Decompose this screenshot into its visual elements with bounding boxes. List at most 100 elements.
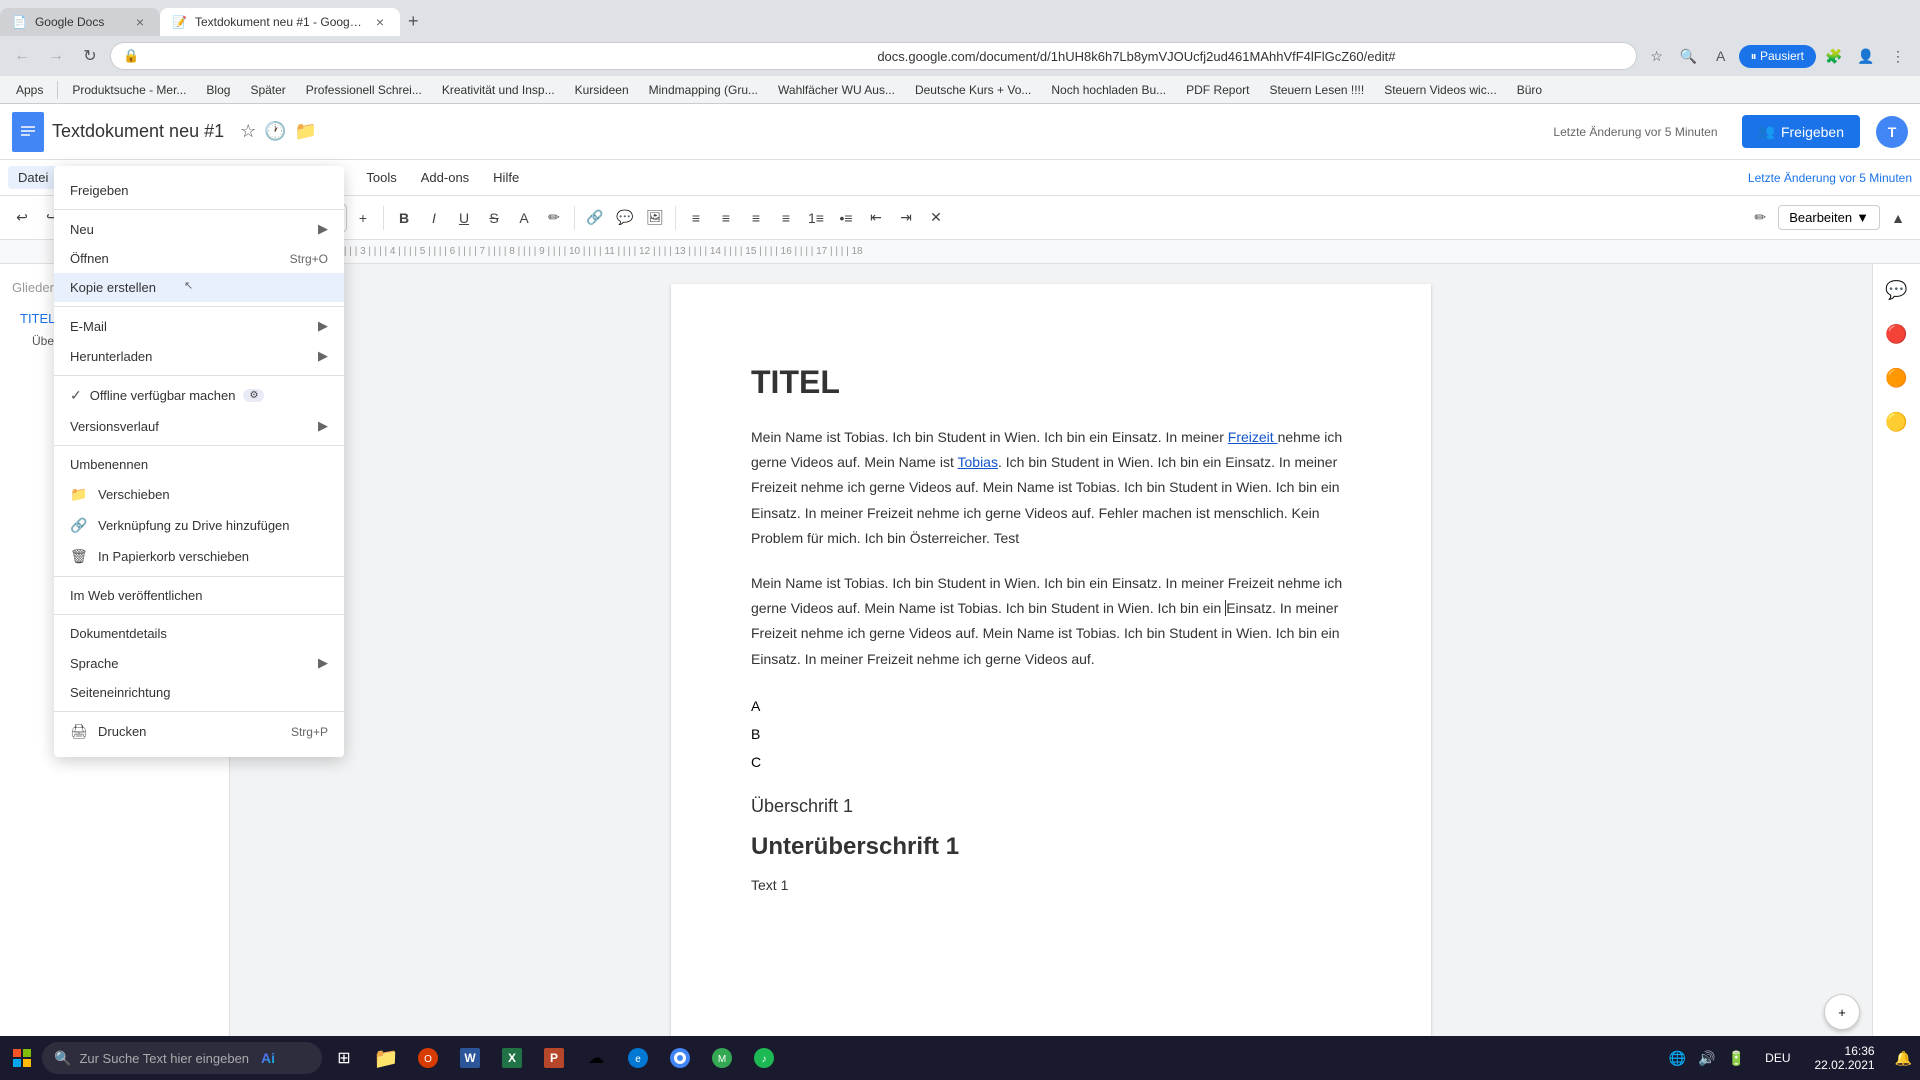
bookmark-star[interactable]: ☆ xyxy=(1643,42,1671,70)
indent-decrease-button[interactable]: ⇤ xyxy=(862,204,890,232)
strikethrough-button[interactable]: S xyxy=(480,204,508,232)
zoom-icon[interactable]: 🔍 xyxy=(1675,42,1703,70)
bookmark-kursideen[interactable]: Kursideen xyxy=(567,81,637,99)
translate-icon[interactable]: A xyxy=(1707,42,1735,70)
menu-item-versionsverlauf[interactable]: Versionsverlauf ▶ xyxy=(54,411,344,441)
bold-button[interactable]: B xyxy=(390,204,418,232)
menu-item-neu[interactable]: Neu ▶ xyxy=(54,214,344,244)
editing-mode-button[interactable]: Bearbeiten ▼ xyxy=(1778,205,1880,230)
tab-close-2[interactable]: × xyxy=(372,14,388,30)
bookmark-blog[interactable]: Blog xyxy=(198,81,238,99)
menu-addons[interactable]: Add-ons xyxy=(411,166,479,189)
taskbar-excel[interactable]: X xyxy=(492,1038,532,1078)
bookmark-hochladen[interactable]: Noch hochladen Bu... xyxy=(1043,81,1174,99)
taskbar-office[interactable]: O xyxy=(408,1038,448,1078)
menu-item-herunterladen[interactable]: Herunterladen ▶ xyxy=(54,341,344,371)
taskbar-onedrive[interactable]: ☁ xyxy=(576,1038,616,1078)
menu-item-kopie[interactable]: Kopie erstellen ↖ xyxy=(54,273,344,302)
bookmark-pdf[interactable]: PDF Report xyxy=(1178,81,1257,99)
font-size-increase[interactable]: + xyxy=(349,204,377,232)
freizeit-link[interactable]: Freizeit xyxy=(1228,429,1278,445)
windows-start-button[interactable] xyxy=(4,1040,40,1076)
italic-button[interactable]: I xyxy=(420,204,448,232)
menu-datei[interactable]: Datei xyxy=(8,166,58,189)
network-icon[interactable]: 🌐 xyxy=(1665,1046,1690,1071)
highlight-button[interactable]: ✏ xyxy=(540,204,568,232)
indent-increase-button[interactable]: ⇥ xyxy=(892,204,920,232)
bookmark-professionell[interactable]: Professionell Schrei... xyxy=(298,81,430,99)
reload-button[interactable]: ↻ xyxy=(76,42,104,70)
taskbar-ppt[interactable]: P xyxy=(534,1038,574,1078)
chat-panel-button[interactable]: 🔴 xyxy=(1879,316,1915,352)
tab-textdokument[interactable]: 📝 Textdokument neu #1 - Google ... × xyxy=(160,8,400,36)
bookmark-buero[interactable]: Büro xyxy=(1509,81,1550,99)
list-bullet-button[interactable]: •≡ xyxy=(832,204,860,232)
menu-item-freigeben[interactable]: Freigeben xyxy=(54,176,344,205)
back-button[interactable]: ← xyxy=(8,42,36,70)
bookmark-produktsuche[interactable]: Produktsuche - Mer... xyxy=(64,81,194,99)
bookmark-steuern-videos[interactable]: Steuern Videos wic... xyxy=(1376,81,1505,99)
align-left-button[interactable]: ≡ xyxy=(682,204,710,232)
menu-hilfe[interactable]: Hilfe xyxy=(483,166,529,189)
menu-item-verschieben[interactable]: 📁 Verschieben xyxy=(54,479,344,510)
menu-item-drucken[interactable]: 🖨 Drucken Strg+P xyxy=(54,716,344,747)
tab-google-docs[interactable]: 📄 Google Docs × xyxy=(0,8,160,36)
bookmark-kreativitaet[interactable]: Kreativität und Insp... xyxy=(434,81,563,99)
menu-item-papierkorb[interactable]: 🗑 In Papierkorb verschieben xyxy=(54,541,344,572)
last-change-link[interactable]: Letzte Änderung vor 5 Minuten xyxy=(1748,171,1912,185)
bookmark-mindmapping[interactable]: Mindmapping (Gru... xyxy=(641,81,766,99)
image-button[interactable]: 🖼 xyxy=(641,204,669,232)
text-color-button[interactable]: A xyxy=(510,204,538,232)
align-right-button[interactable]: ≡ xyxy=(742,204,770,232)
bookmark-steuern-lesen[interactable]: Steuern Lesen !!!! xyxy=(1261,81,1372,99)
bookmark-apps[interactable]: Apps xyxy=(8,81,51,99)
taskbar-clock[interactable]: 16:36 22.02.2021 xyxy=(1807,1042,1883,1074)
star-button[interactable]: ☆ xyxy=(240,121,256,142)
menu-item-verknuepfung[interactable]: 🔗 Verknüpfung zu Drive hinzufügen xyxy=(54,510,344,541)
tobias-link[interactable]: Tobias xyxy=(958,454,998,470)
bookmark-wahlfaecher[interactable]: Wahlfächer WU Aus... xyxy=(770,81,903,99)
taskbar-word[interactable]: W xyxy=(450,1038,490,1078)
history-button[interactable]: 🕐 xyxy=(264,121,286,142)
forward-button[interactable]: → xyxy=(42,42,70,70)
battery-icon[interactable]: 🔋 xyxy=(1724,1046,1749,1071)
menu-item-oeffnen[interactable]: Öffnen Strg+O xyxy=(54,244,344,273)
menu-dots[interactable]: ⋮ xyxy=(1884,42,1912,70)
tab-close-1[interactable]: × xyxy=(132,14,148,30)
share-button[interactable]: 👥 Freigeben xyxy=(1742,115,1860,148)
menu-item-email[interactable]: E-Mail ▶ xyxy=(54,311,344,341)
edit-mode-pencil[interactable]: ✏ xyxy=(1746,204,1774,232)
menu-item-webveroeffentlichen[interactable]: Im Web veröffentlichen xyxy=(54,581,344,610)
expand-panel-button[interactable]: 🟠 xyxy=(1879,360,1915,396)
user-avatar[interactable]: T xyxy=(1876,116,1908,148)
doc-area[interactable]: TITEL Mein Name ist Tobias. Ich bin Stud… xyxy=(230,264,1872,1080)
underline-button[interactable]: U xyxy=(450,204,478,232)
new-tab-button[interactable]: + xyxy=(400,7,427,36)
menu-tools[interactable]: Tools xyxy=(356,166,406,189)
add-fab-button[interactable]: + xyxy=(1824,994,1860,1030)
taskbar-chrome[interactable] xyxy=(660,1038,700,1078)
pause-button[interactable]: ⏸ Pausiert xyxy=(1739,45,1816,68)
taskbar-search-bar[interactable]: 🔍 Zur Suche Text hier eingeben Ai xyxy=(42,1042,322,1074)
extensions-icon[interactable]: 🧩 xyxy=(1820,42,1848,70)
menu-item-dokumentdetails[interactable]: Dokumentdetails xyxy=(54,619,344,648)
menu-item-seiteneinrichtung[interactable]: Seiteneinrichtung xyxy=(54,678,344,707)
bookmark-spaeter[interactable]: Später xyxy=(242,81,293,99)
taskbar-edge[interactable]: e xyxy=(618,1038,658,1078)
yellow-panel-button[interactable]: 🟡 xyxy=(1879,404,1915,440)
share-drive-button[interactable]: 📁 xyxy=(295,121,317,142)
taskbar-spotify[interactable]: ♪ xyxy=(744,1038,784,1078)
address-bar[interactable]: 🔒 docs.google.com/document/d/1hUH8k6h7Lb… xyxy=(110,42,1637,70)
list-numbered-button[interactable]: 1≡ xyxy=(802,204,830,232)
comments-panel-button[interactable]: 💬 xyxy=(1879,272,1915,308)
collapse-toolbar-button[interactable]: ▲ xyxy=(1884,204,1912,232)
menu-item-umbenennen[interactable]: Umbenennen xyxy=(54,450,344,479)
volume-icon[interactable]: 🔊 xyxy=(1694,1046,1719,1071)
align-justify-button[interactable]: ≡ xyxy=(772,204,800,232)
bookmark-deutsche[interactable]: Deutsche Kurs + Vo... xyxy=(907,81,1039,99)
taskbar-explorer[interactable]: 📁 xyxy=(366,1038,406,1078)
profile-icon[interactable]: 👤 xyxy=(1852,42,1880,70)
taskbar-green[interactable]: M xyxy=(702,1038,742,1078)
notification-bell[interactable]: 🔔 xyxy=(1891,1046,1916,1071)
menu-item-sprache[interactable]: Sprache ▶ xyxy=(54,648,344,678)
